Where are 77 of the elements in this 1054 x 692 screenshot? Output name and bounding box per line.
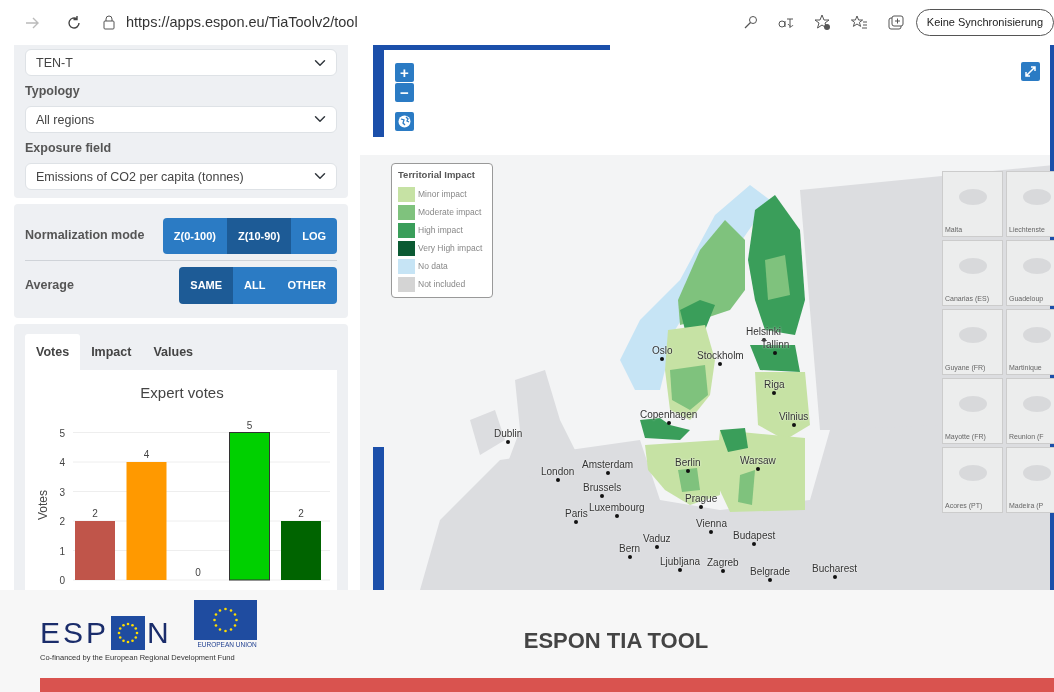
toggle-button[interactable]: LOG	[291, 217, 337, 254]
city-label: Oslo	[652, 345, 673, 361]
globe-icon	[398, 115, 411, 128]
city-label: Stockholm	[697, 350, 744, 366]
toggle-button[interactable]: Z(10-90)	[226, 217, 292, 254]
toggle-button[interactable]: Z(0-100)	[162, 217, 227, 254]
bar	[75, 521, 115, 581]
data-label: 0	[195, 567, 201, 579]
globe-button[interactable]	[395, 112, 414, 131]
legend-label: High impact	[418, 223, 463, 237]
url-text[interactable]: https://apps.espon.eu/TiaToolv2/tool	[126, 11, 358, 34]
city-label: Vaduz	[643, 533, 671, 549]
select-field[interactable]: Emissions of CO2 per capita (tonnes)	[25, 162, 337, 190]
option-label: Normalization mode	[25, 227, 145, 245]
espon-logo: ESP N	[40, 615, 172, 650]
axis-tick-label: 0	[59, 575, 65, 587]
collections-icon[interactable]	[887, 14, 904, 31]
city-label: Luxembourg	[589, 502, 645, 518]
zoom-in-button[interactable]: +	[395, 63, 414, 82]
city-label: Warsaw	[740, 455, 776, 471]
toggle-button[interactable]: SAME	[179, 267, 234, 304]
field-label: Exposure field	[25, 139, 113, 157]
city-label: Brussels	[583, 482, 622, 498]
city-label: Amsterdam	[582, 459, 634, 475]
city-label: Bern	[619, 543, 641, 559]
data-label: 5	[246, 419, 253, 431]
expand-icon	[1025, 66, 1036, 77]
chart-title: Expert votes	[140, 384, 224, 402]
tab[interactable]: Values	[142, 333, 205, 371]
city-label: Zagreb	[707, 557, 739, 573]
data-label: 4	[143, 449, 150, 461]
toggle-button[interactable]: ALL	[233, 267, 277, 304]
legend-label: Not included	[418, 277, 466, 291]
star-icon[interactable]	[813, 14, 831, 31]
city-label: Riga	[764, 379, 785, 395]
city-label: Berlin	[675, 457, 701, 473]
city-label: Copenhagen	[640, 409, 698, 425]
axis-tick-label: 3	[59, 486, 65, 498]
legend-label: Moderate impact	[418, 205, 482, 219]
tab[interactable]: Votes	[25, 333, 81, 371]
city-label: Dublin	[494, 428, 523, 444]
city-label: Vilnius	[779, 411, 809, 427]
axis-title: Votes	[36, 490, 50, 521]
city-label: Vienna	[696, 518, 727, 534]
sync-button[interactable]: Keine Synchronisierung	[915, 9, 1054, 36]
eu-flag-icon	[193, 600, 257, 640]
city-label: London	[541, 466, 575, 482]
axis-tick-label: 2	[59, 516, 65, 528]
select-field[interactable]: TEN-T	[25, 49, 337, 76]
bar	[281, 521, 321, 581]
axis-tick-label: 4	[59, 457, 65, 469]
tab[interactable]: Impact	[80, 333, 143, 371]
legend-label: Very High impact	[418, 241, 483, 255]
data-label: 2	[92, 508, 98, 520]
lock-icon	[102, 14, 116, 31]
legend-label: Minor impact	[418, 187, 467, 201]
option-label: Average	[25, 276, 74, 294]
data-label: 2	[298, 508, 304, 520]
field-label: Typology	[25, 83, 81, 100]
zoom-out-button[interactable]: −	[395, 83, 414, 102]
city-label: Budapest	[733, 530, 776, 546]
city-label: Prague	[685, 493, 718, 509]
city-label: Belgrade	[750, 566, 791, 582]
city-label: Bucharest	[812, 563, 858, 579]
city-label: Tallinn	[761, 339, 790, 355]
fullscreen-button[interactable]	[1021, 62, 1040, 81]
legend-label: No data	[418, 259, 448, 273]
legend-title: Territorial Impact	[398, 168, 476, 182]
city-label: Paris	[565, 508, 588, 524]
app-title: ESPON TIA TOOL	[523, 627, 709, 655]
favorites-icon[interactable]	[850, 14, 868, 31]
refresh-icon[interactable]	[66, 14, 82, 31]
toggle-button[interactable]: OTHER	[276, 267, 337, 304]
select-field[interactable]: All regions	[25, 105, 337, 133]
city-label: Ljubljana	[660, 556, 701, 572]
axis-tick-label: 1	[59, 545, 65, 557]
axis-tick-label: 5	[59, 427, 65, 439]
